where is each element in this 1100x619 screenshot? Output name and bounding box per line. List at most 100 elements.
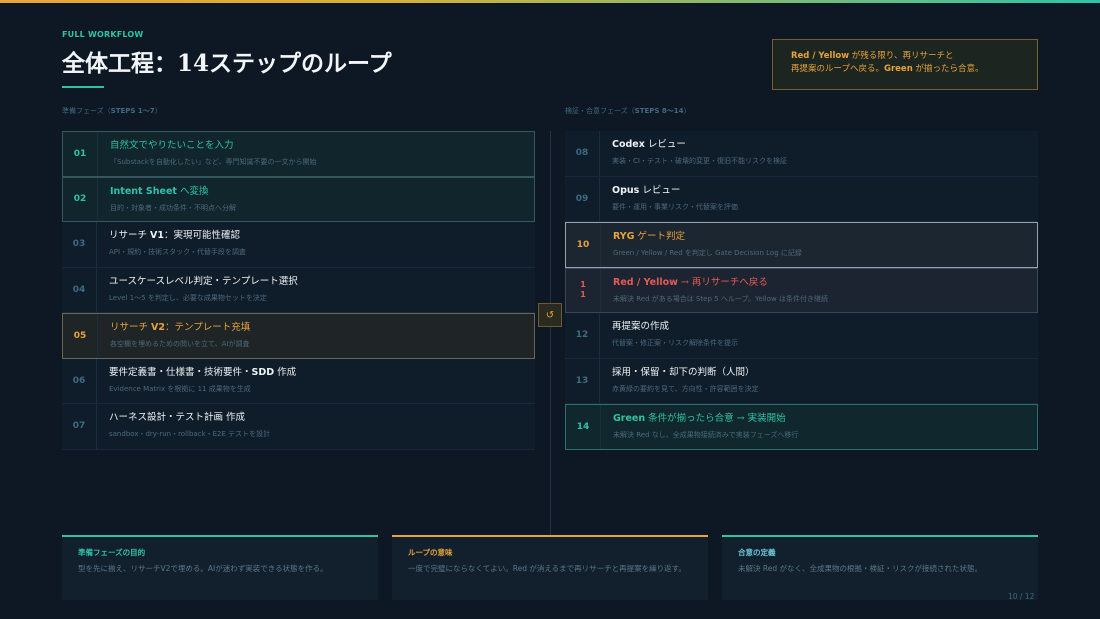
step-number: 06 (62, 358, 97, 403)
step-title-rest: へ変換 (176, 185, 209, 197)
step-title: Opus レビュー (612, 184, 738, 197)
phase-label-prep-text: 準備フェーズ（ (62, 107, 111, 115)
step-title: 自然文でやりたいことを入力 (110, 140, 234, 151)
step-title: Intent Sheet へ変換 (110, 185, 236, 198)
step-number-digit-1: 1 (580, 280, 586, 290)
step-number: 01 (63, 132, 98, 176)
top-accent-bar (0, 0, 1100, 3)
step-desc: Level 1〜5 を判定し、必要な成果物セットを決定 (109, 293, 267, 302)
step-title: Codex レビュー (612, 138, 787, 151)
step-number: 04 (62, 267, 97, 312)
step-title: ハーネス設計・テスト計画 作成 (109, 412, 246, 423)
phase-label-verify-close: ） (683, 107, 691, 115)
step-desc: 代替案・修正案・リスク解除条件を提示 (612, 339, 738, 347)
step-04[interactable]: 04 ユースケースレベル判定・テンプレート選択 Level 1〜5 を判定し、必要… (62, 267, 535, 313)
step-title: 再提案の作成 (612, 321, 670, 332)
step-title-pre: リサーチ (109, 230, 151, 241)
step-number: 14 (566, 405, 601, 449)
loop-callout: Red / Yellow が残る限り、再リサーチと 再提案のループへ戻る。Gre… (772, 39, 1038, 90)
step-02[interactable]: 02 Intent Sheet へ変換目的・対象者・成功条件・不明点へ分解 (62, 176, 535, 222)
callout-green: Green (884, 64, 913, 74)
step-12[interactable]: 12 再提案の作成代替案・修正案・リスク解除条件を提示 (565, 313, 1038, 359)
callout-text-2b: が揃ったら合意。 (912, 64, 984, 74)
step-number: 07 (62, 404, 97, 449)
callout-line-1: Red / Yellow が残る限り、再リサーチと (791, 50, 1037, 63)
step-08[interactable]: 08 Codex レビュー 実装・CI・テスト・破壊的変更・復旧不能リスクを検証 (565, 131, 1038, 177)
step-title: 要件定義書・仕様書・技術要件・SDD 作成 (109, 366, 296, 379)
step-title-rest: ：実現可能性確認 (164, 230, 241, 241)
loop-arrow-icon: ↺ (538, 303, 562, 327)
phase-label-verify: 検証・合意フェーズ（STEPS 8〜14） (565, 106, 690, 116)
card-prep-purpose: 準備フェーズの目的 型を先に揃え、リサーチV2で埋める。AIが迷わず実装できる状… (62, 535, 378, 600)
step-number: 02 (63, 177, 98, 221)
step-title: Red / Yellow → 再リサーチへ戻る (613, 276, 828, 289)
step-desc: sandbox・dry-run・rollback・E2E テストを設計 (109, 430, 271, 438)
step-title-bold: RYG (613, 231, 635, 242)
step-desc: 赤黄緑の要約を見て、方向性・許容範囲を決定 (612, 384, 759, 393)
step-number: 13 (565, 358, 600, 403)
card-desc: 型を先に揃え、リサーチV2で埋める。AIが迷わず実装できる状態を作る。 (78, 564, 328, 573)
phase-label-prep: 準備フェーズ（STEPS 1〜7） (62, 106, 162, 116)
title-underline (62, 86, 104, 88)
card-loop-meaning: ループの意味 一度で完璧にならなくてよい。Red が消えるまで再リサーチと再提案… (392, 535, 708, 600)
step-09[interactable]: 09 Opus レビュー要件・運用・事業リスク・代替案を評価 (565, 176, 1038, 222)
page-title: 全体工程：14ステップのループ (62, 50, 392, 77)
step-title-bold: Intent Sheet (110, 185, 177, 197)
step-07[interactable]: 07 ハーネス設計・テスト計画 作成 sandbox・dry-run・rollba… (62, 404, 535, 450)
step-desc: 未解決 Red がある場合は Step 5 へループ。Yellow は条件付き継… (613, 294, 828, 303)
step-number: 05 (63, 314, 98, 358)
step-01[interactable]: 01 自然文でやりたいことを入力「Substackを自動化したい」など、専門知識… (62, 131, 535, 177)
step-title-rest: ：テンプレート充填 (165, 322, 251, 333)
eyebrow-label: FULL WORKFLOW (62, 30, 144, 39)
card-agreement-definition: 合意の定義 未解決 Red がなく、全成果物の根拠・検証・リスクが接続された状態… (722, 535, 1038, 600)
step-number: 11 (566, 268, 601, 312)
page-number: 10 / 12 (1008, 592, 1035, 601)
step-desc: 要件・運用・事業リスク・代替案を評価 (612, 202, 738, 211)
card-desc: 未解決 Red がなく、全成果物の根拠・検証・リスクが接続された状態。 (738, 564, 983, 573)
step-desc: 未解決 Red なし、全成果物接続済みで実装フェーズへ移行 (613, 431, 799, 439)
callout-text-2a: 再提案のループへ戻る。 (791, 64, 884, 74)
step-number-digit-2: 1 (580, 290, 586, 300)
step-title-rest: ゲート判定 (634, 231, 686, 242)
step-desc: 実装・CI・テスト・破壊的変更・復旧不能リスクを検証 (612, 157, 787, 165)
step-title: Green 条件が揃ったら合意 → 実装開始 (613, 412, 798, 425)
prep-steps-list: 01 自然文でやりたいことを入力「Substackを自動化したい」など、専門知識… (62, 131, 535, 450)
step-10[interactable]: 10 RYG ゲート判定 Green / Yellow / Red を判定し Ga… (565, 222, 1038, 268)
step-title-rest: 作成 (274, 366, 297, 378)
step-title-rest: 条件が揃ったら合意 → 実装開始 (645, 413, 786, 424)
step-title: ユースケースレベル判定・テンプレート選択 (109, 275, 298, 287)
step-desc: Green / Yellow / Red を判定し Gate Decision … (613, 249, 802, 257)
step-desc: 目的・対象者・成功条件・不明点へ分解 (110, 203, 236, 212)
step-title: リサーチ V2：テンプレート充填 (110, 321, 250, 334)
step-03[interactable]: 03 リサーチ V1：実現可能性確認 API・規約・技術スタック・代替手段を調査 (62, 222, 535, 268)
callout-text-1: が残る限り、再リサーチと (849, 51, 954, 61)
step-title-rest: レビュー (644, 139, 686, 150)
step-desc: API・規約・技術スタック・代替手段を調査 (109, 248, 246, 256)
step-title-pre: 要件定義書・仕様書・技術要件・ (109, 366, 252, 378)
card-desc: 一度で完璧にならなくてよい。Red が消えるまで再リサーチと再提案を繰り返す。 (408, 564, 686, 573)
step-desc: 各空欄を埋めるための問いを立て、AIが調査 (110, 340, 250, 348)
step-title-pre: リサーチ (110, 322, 152, 333)
step-05[interactable]: 05 リサーチ V2：テンプレート充填各空欄を埋めるための問いを立て、AIが調査 (62, 313, 535, 359)
step-11[interactable]: 11 Red / Yellow → 再リサーチへ戻る未解決 Red がある場合は… (565, 267, 1038, 313)
step-number: 03 (62, 222, 97, 267)
step-title: 採用・保留・却下の判断（人間） (612, 366, 755, 378)
phase-label-prep-steps: STEPS 1〜7 (110, 107, 155, 115)
step-desc: 「Substackを自動化したい」など、専門知識不要の一文から開始 (110, 158, 317, 166)
phase-divider (550, 131, 551, 536)
step-06[interactable]: 06 要件定義書・仕様書・技術要件・SDD 作成 Evidence Matrix … (62, 358, 535, 404)
step-14[interactable]: 14 Green 条件が揃ったら合意 → 実装開始未解決 Red なし、全成果物… (565, 404, 1038, 450)
step-title-bold: Codex (612, 139, 645, 150)
step-title: RYG ゲート判定 (613, 230, 802, 243)
step-desc: Evidence Matrix を根拠に 11 成果物を生成 (109, 384, 251, 393)
step-title: リサーチ V1：実現可能性確認 (109, 229, 246, 242)
phase-label-prep-close: ） (154, 107, 162, 115)
callout-line-2: 再提案のループへ戻る。Green が揃ったら合意。 (791, 63, 1037, 76)
step-number: 12 (565, 313, 600, 358)
step-title-bold: V1 (150, 230, 164, 241)
step-title-rest: レビュー (639, 184, 681, 196)
step-title-bold: V2 (151, 322, 165, 333)
verify-steps-list: 08 Codex レビュー 実装・CI・テスト・破壊的変更・復旧不能リスクを検証 … (565, 131, 1038, 450)
step-number: 09 (565, 176, 600, 221)
step-13[interactable]: 13 採用・保留・却下の判断（人間） 赤黄緑の要約を見て、方向性・許容範囲を決定 (565, 358, 1038, 404)
